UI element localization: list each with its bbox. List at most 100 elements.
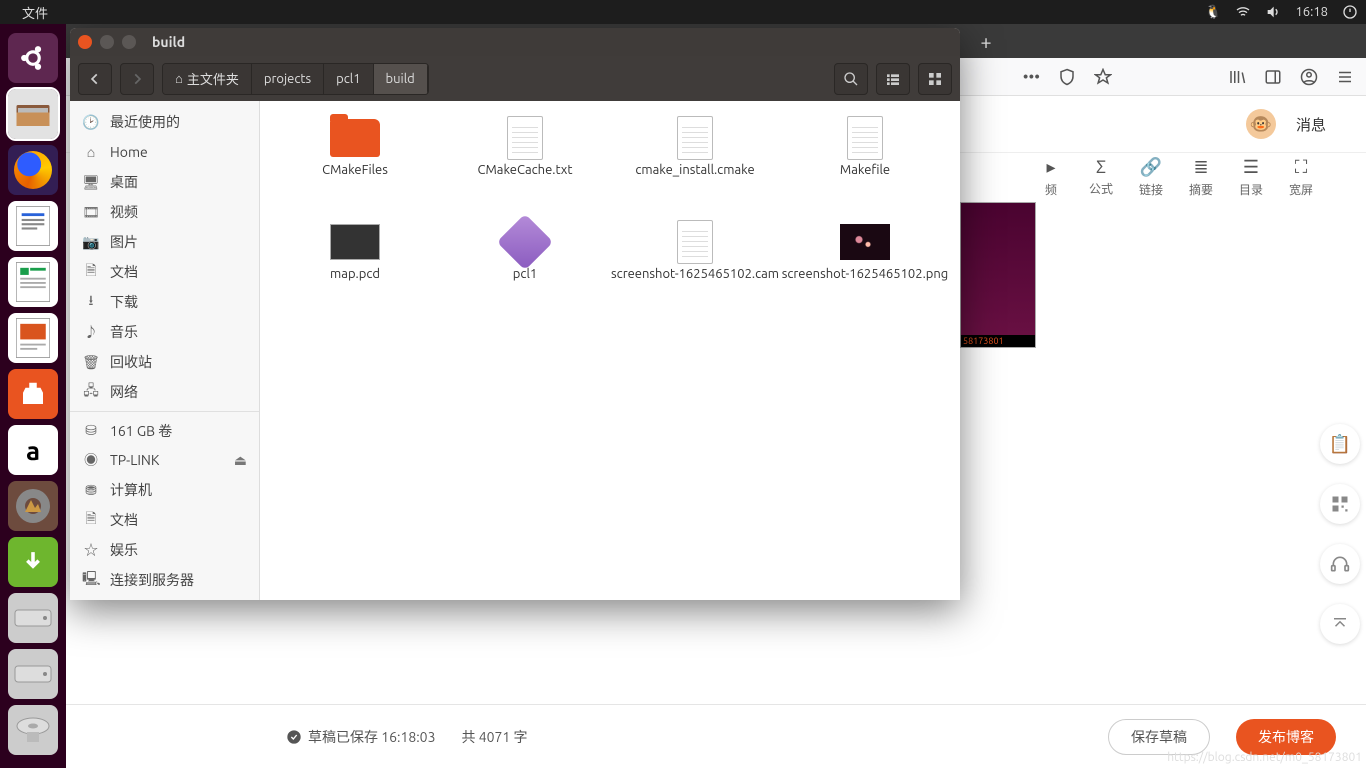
place-documents[interactable]: 🗎文档 [70, 257, 259, 287]
qr-tool[interactable] [1320, 484, 1360, 524]
device-entertainment[interactable]: ☆娱乐 [70, 535, 259, 565]
file-item[interactable]: screenshot-1625465102.png [780, 221, 950, 321]
side-tool-rail: 📋 [1320, 424, 1360, 644]
path-bar: ⌂主文件夹 projects pcl1 build [162, 63, 429, 95]
nav-back-button[interactable] [78, 63, 112, 95]
window-minimize-icon[interactable] [100, 35, 114, 49]
image-file-icon [330, 221, 380, 263]
tool-partial[interactable]: ▸频 [1026, 153, 1076, 201]
file-item[interactable]: CMakeCache.txt [440, 117, 610, 217]
tool-summary[interactable]: ≣摘要 [1176, 153, 1226, 201]
place-trash[interactable]: 🗑回收站 [70, 347, 259, 377]
dash-icon[interactable] [8, 33, 58, 83]
disk2-icon[interactable] [8, 649, 58, 699]
window-title: build [152, 34, 185, 50]
text-file-icon [500, 117, 550, 159]
new-tab-button[interactable]: + [971, 26, 1001, 56]
hamburger-icon[interactable] [1336, 68, 1354, 86]
autosave-status: 草稿已保存 16:18:03 [308, 727, 435, 747]
power-icon[interactable] [1342, 4, 1358, 20]
tux-icon: 🐧 [1205, 5, 1221, 20]
window-maximize-icon[interactable] [122, 35, 136, 49]
avatar[interactable]: 🐵 [1246, 109, 1276, 139]
settings-icon[interactable] [8, 481, 58, 531]
place-recent[interactable]: 🕑最近使用的 [70, 107, 259, 137]
file-item[interactable]: pcl1 [440, 221, 610, 321]
meatball-icon[interactable]: ••• [1023, 68, 1040, 86]
path-seg-1[interactable]: pcl1 [324, 64, 373, 94]
nav-forward-button[interactable] [120, 63, 154, 95]
star-icon[interactable] [1094, 68, 1112, 86]
scroll-top-tool[interactable] [1320, 604, 1360, 644]
sidebar-icon[interactable] [1264, 68, 1282, 86]
text-file-icon [670, 221, 720, 263]
file-item[interactable]: map.pcd [270, 221, 440, 321]
library-icon[interactable] [1228, 68, 1246, 86]
place-home[interactable]: ⌂Home [70, 137, 259, 167]
file-manager-window: build ⌂主文件夹 projects pcl1 build 🕑最近使用的 ⌂… [70, 28, 960, 600]
downloads-icon[interactable] [8, 537, 58, 587]
calc-icon[interactable] [8, 257, 58, 307]
place-pictures[interactable]: 📷图片 [70, 227, 259, 257]
window-close-icon[interactable] [78, 35, 92, 49]
tool-link[interactable]: 🔗链接 [1126, 153, 1176, 201]
file-grid[interactable]: CMakeFiles CMakeCache.txt cmake_install.… [260, 101, 960, 600]
firefox-icon[interactable] [8, 145, 58, 195]
file-toolbar: ⌂主文件夹 projects pcl1 build [70, 56, 960, 101]
volume-icon[interactable] [1265, 4, 1281, 20]
list-view-button[interactable] [876, 63, 910, 95]
device-tplink[interactable]: ◉TP-LINK⏏ [70, 445, 259, 475]
unity-launcher: a [0, 24, 66, 768]
text-file-icon [840, 117, 890, 159]
network-icon[interactable] [1235, 4, 1251, 20]
place-music[interactable]: ♪音乐 [70, 317, 259, 347]
png-file-icon [840, 221, 890, 263]
place-downloads[interactable]: ⭳下载 [70, 287, 259, 317]
text-file-icon [670, 117, 720, 159]
clipboard-tool[interactable]: 📋 [1320, 424, 1360, 464]
place-desktop[interactable]: 🖥桌面 [70, 167, 259, 197]
account-icon[interactable] [1300, 68, 1318, 86]
tool-formula[interactable]: Σ公式 [1076, 153, 1126, 201]
image-thumbnail[interactable]: 58173801 [960, 202, 1036, 348]
file-item[interactable]: screenshot-1625465102.cam [610, 221, 780, 321]
messages-label[interactable]: 消息 [1296, 114, 1326, 135]
save-draft-button[interactable]: 保存草稿 [1108, 719, 1210, 755]
amazon-icon[interactable]: a [8, 425, 58, 475]
eject-icon[interactable]: ⏏ [234, 452, 247, 469]
shield-icon[interactable] [1058, 68, 1076, 86]
file-item[interactable]: CMakeFiles [270, 117, 440, 217]
path-home[interactable]: ⌂主文件夹 [163, 64, 252, 94]
path-seg-2[interactable]: build [374, 64, 428, 94]
place-videos[interactable]: 🎞视频 [70, 197, 259, 227]
writer-icon[interactable] [8, 201, 58, 251]
place-network[interactable]: 🖧网络 [70, 377, 259, 407]
files-app-icon[interactable] [8, 89, 58, 139]
tool-toc[interactable]: ☰目录 [1226, 153, 1276, 201]
executable-icon [500, 221, 550, 263]
disk3-icon[interactable] [8, 705, 58, 755]
search-button[interactable] [834, 63, 868, 95]
device-documents[interactable]: 🗎文档 [70, 505, 259, 535]
impress-icon[interactable] [8, 313, 58, 363]
system-menubar: 文件 🐧 16:18 [0, 0, 1366, 24]
disk1-icon[interactable] [8, 593, 58, 643]
device-connect-server[interactable]: 🖳连接到服务器 [70, 565, 259, 595]
publish-button[interactable]: 发布博客 [1236, 719, 1336, 755]
file-item[interactable]: Makefile [780, 117, 950, 217]
word-count: 共 4071 字 [461, 727, 527, 747]
places-sidebar: 🕑最近使用的 ⌂Home 🖥桌面 🎞视频 📷图片 🗎文档 ⭳下载 ♪音乐 🗑回收… [70, 101, 260, 600]
grid-view-button[interactable] [918, 63, 952, 95]
watermark: https://blog.csdn.net/m0_58173801 [1167, 751, 1362, 764]
device-computer[interactable]: ⛃计算机 [70, 475, 259, 505]
device-volume[interactable]: ⛁161 GB 卷 [70, 411, 259, 445]
software-center-icon[interactable] [8, 369, 58, 419]
tool-widescreen[interactable]: ⛶宽屏 [1276, 153, 1326, 201]
window-titlebar[interactable]: build [70, 28, 960, 56]
file-item[interactable]: cmake_install.cmake [610, 117, 780, 217]
headset-tool[interactable] [1320, 544, 1360, 584]
app-name: 文件 [22, 3, 48, 22]
path-seg-0[interactable]: projects [252, 64, 324, 94]
folder-icon [330, 117, 380, 159]
clock[interactable]: 16:18 [1295, 5, 1328, 19]
